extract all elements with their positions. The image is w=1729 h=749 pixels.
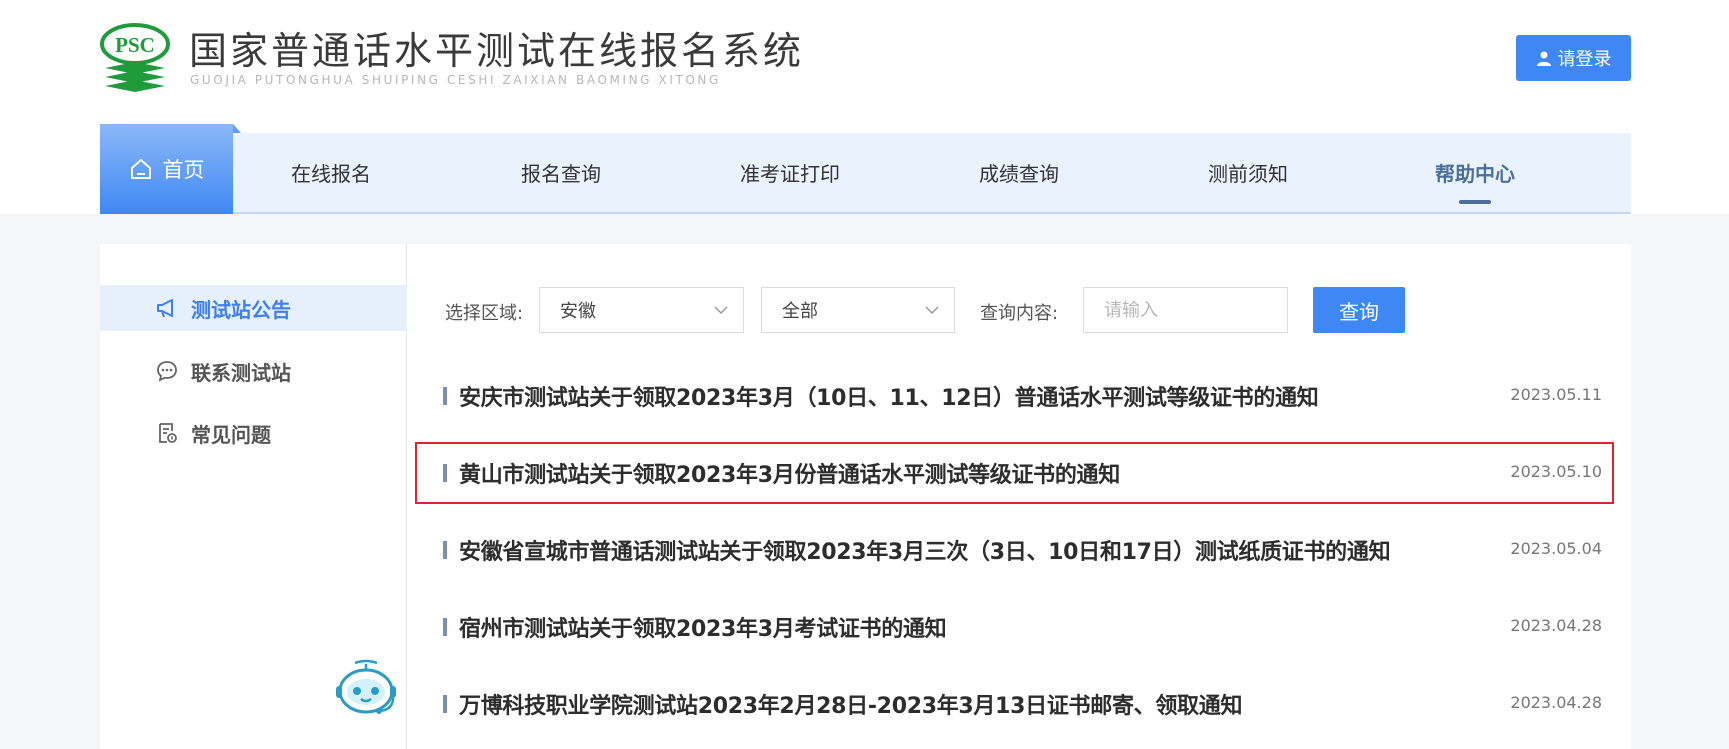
logo-text: PSC — [115, 33, 155, 57]
list-item[interactable]: 万博科技职业学院测试站2023年2月28日-2023年3月13日证书邮寄、领取通… — [415, 673, 1614, 735]
news-date: 2023.04.28 — [1510, 616, 1602, 635]
news-title[interactable]: 安庆市测试站关于领取2023年3月（10日、11、12日）普通话水平测试等级证书… — [459, 380, 1319, 412]
nav-registration-query[interactable]: 报名查询 — [482, 133, 640, 212]
home-icon — [130, 159, 151, 179]
faq-document-icon — [159, 423, 177, 443]
chevron-down-icon — [925, 306, 939, 315]
list-bullet — [443, 618, 447, 636]
nav-home-label: 首页 — [162, 158, 205, 182]
psc-logo: PSC — [100, 23, 170, 92]
news-title[interactable]: 黄山市测试站关于领取2023年3月份普通话水平测试等级证书的通知 — [459, 457, 1120, 489]
query-input[interactable] — [1083, 287, 1288, 333]
news-date: 2023.04.28 — [1510, 693, 1602, 712]
sidebar: 测试站公告 联系测试站 常见问题 — [100, 244, 407, 749]
scope-select[interactable]: 全部 — [761, 287, 955, 333]
region-select[interactable]: 安徽 — [539, 287, 744, 333]
nav-score-query[interactable]: 成绩查询 — [940, 133, 1098, 212]
site-subtitle: GUOJIA PUTONGHUA SHUIPING CESHI ZAIXIAN … — [190, 73, 721, 87]
sidebar-item-label: 常见问题 — [191, 422, 271, 447]
news-date: 2023.05.04 — [1510, 539, 1602, 558]
list-bullet — [443, 541, 447, 559]
robot-assistant-icon[interactable] — [333, 658, 399, 718]
nav-online-registration[interactable]: 在线报名 — [252, 133, 410, 212]
header: PSC 国家普通话水平测试在线报名系统 GUOJIA PUTONGHUA SHU… — [0, 0, 1729, 214]
news-title[interactable]: 万博科技职业学院测试站2023年2月28日-2023年3月13日证书邮寄、领取通… — [459, 688, 1242, 720]
scope-select-value: 全部 — [782, 301, 818, 322]
news-date: 2023.05.11 — [1510, 385, 1602, 404]
list-bullet — [443, 387, 447, 405]
nav-help-center[interactable]: 帮助中心 — [1396, 133, 1554, 212]
list-item[interactable]: 安徽省宣城市普通话测试站关于领取2023年3月三次（3日、10日和17日）测试纸… — [415, 519, 1614, 581]
region-label: 选择区域: — [445, 303, 524, 324]
news-title[interactable]: 宿州市测试站关于领取2023年3月考试证书的通知 — [459, 611, 947, 643]
list-item[interactable]: 安庆市测试站关于领取2023年3月（10日、11、12日）普通话水平测试等级证书… — [415, 365, 1614, 427]
login-label: 请登录 — [1557, 49, 1612, 70]
sidebar-item-label: 联系测试站 — [191, 360, 291, 385]
main-nav: 首页 在线报名 报名查询 准考证打印 成绩查询 测前须知 帮助中心 — [100, 124, 1631, 214]
login-button[interactable]: 请登录 — [1516, 35, 1631, 81]
list-item-highlighted[interactable]: 黄山市测试站关于领取2023年3月份普通话水平测试等级证书的通知 2023.05… — [415, 442, 1614, 504]
user-icon — [1536, 51, 1551, 66]
chat-bubble-icon — [157, 361, 177, 382]
sidebar-item-station-announcements[interactable]: 测试站公告 — [100, 285, 407, 331]
nav-home[interactable]: 首页 — [100, 124, 241, 214]
megaphone-icon — [157, 299, 173, 318]
list-bullet — [443, 695, 447, 713]
site-title: 国家普通话水平测试在线报名系统 — [189, 29, 805, 73]
query-button[interactable]: 查询 — [1313, 287, 1405, 333]
region-select-value: 安徽 — [560, 301, 596, 322]
query-label: 查询内容: — [980, 303, 1059, 324]
sidebar-item-label: 测试站公告 — [191, 297, 291, 322]
main-content: 选择区域: 安徽 全部 查询内容: 查询 安庆市测试站关于领取2023年3月（1… — [407, 244, 1631, 749]
nav-test-notice[interactable]: 测前须知 — [1169, 133, 1327, 212]
nav-admission-ticket-print[interactable]: 准考证打印 — [711, 133, 869, 212]
list-item[interactable]: 宿州市测试站关于领取2023年3月考试证书的通知 2023.04.28 — [415, 596, 1614, 658]
chevron-down-icon — [714, 306, 728, 315]
news-title[interactable]: 安徽省宣城市普通话测试站关于领取2023年3月三次（3日、10日和17日）测试纸… — [459, 534, 1391, 566]
sidebar-item-contact-station[interactable]: 联系测试站 — [100, 348, 407, 394]
sidebar-item-faq[interactable]: 常见问题 — [100, 410, 407, 456]
news-date: 2023.05.10 — [1510, 462, 1602, 481]
content-panel: 测试站公告 联系测试站 常见问题 选择区域: 安徽 全部 查询内容: 请输入 查… — [100, 244, 1631, 749]
list-bullet — [443, 464, 447, 482]
